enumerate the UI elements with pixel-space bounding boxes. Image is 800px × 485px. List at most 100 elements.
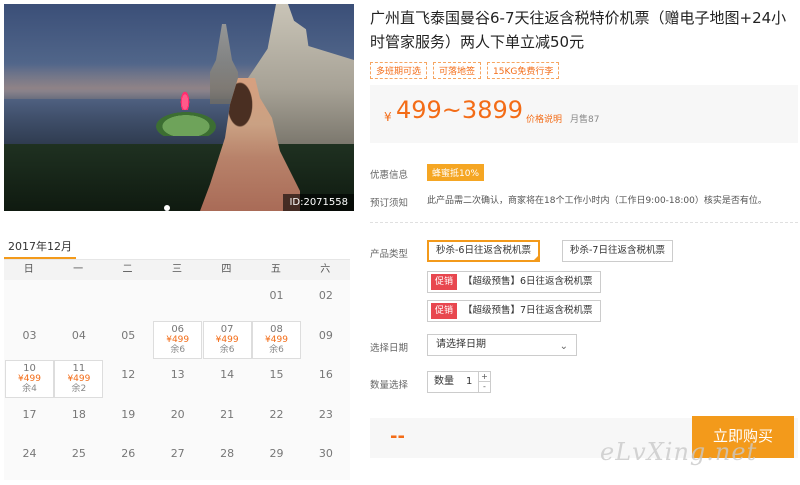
calendar-day: 26 (104, 439, 153, 477)
day-number: 28 (220, 447, 235, 460)
option-presale-7day[interactable]: 促销 【超级预售】7日往返含税机票 (427, 300, 601, 322)
option-text: 【超级预售】7日往返含税机票 (463, 305, 593, 316)
day-price: ¥499 (18, 374, 41, 384)
date-select-value: 请选择日期 (436, 339, 486, 350)
quantity-prefix: 数量 (434, 376, 454, 387)
calendar-day: 18 (54, 400, 103, 438)
section-divider (370, 222, 798, 223)
day-number: 29 (269, 447, 284, 460)
calendar-day: 16 (301, 360, 350, 398)
day-number: 10 (23, 363, 36, 374)
weekday-fri: 五 (270, 264, 281, 275)
kratong-offering (156, 112, 216, 136)
product-title: 广州直飞泰国曼谷6-7天往返含税特价机票（赠电子地图+24小时管家服务）两人下单… (370, 9, 787, 51)
day-number: 26 (121, 447, 136, 460)
day-number: 03 (22, 328, 37, 342)
calendar-day: 21 (203, 400, 252, 438)
notice-text: 此产品需二次确认，商家将在18个工作小时内（工作日9:00-18:00）核实是否… (427, 196, 767, 206)
calendar-day: 13 (153, 360, 202, 398)
calendar-day: 29 (252, 439, 301, 477)
monthly-sales: 月售87 (570, 115, 600, 125)
day-price: ¥499 (67, 374, 91, 384)
day-number: 06 (171, 323, 185, 335)
total-price: -- (390, 426, 405, 447)
carousel-dots[interactable] (164, 196, 170, 211)
option-presale-6day[interactable]: 促销 【超级预售】6日往返含税机票 (427, 271, 601, 293)
price-explain-link[interactable]: 价格说明 (526, 112, 562, 125)
option-text: 秒杀-7日往返含税机票 (570, 245, 665, 256)
day-price: ¥499 (166, 334, 190, 345)
day-number: 13 (170, 368, 185, 381)
day-number: 22 (269, 407, 284, 421)
weekday-tue: 二 (122, 264, 133, 275)
feature-tag: 可落地签 (433, 62, 482, 79)
calendar-day: 17 (5, 400, 54, 438)
calendar-day: 22 (252, 400, 301, 438)
product-type-label: 产品类型 (370, 249, 409, 260)
day-number: 21 (220, 407, 235, 421)
calendar-day: 12 (104, 360, 153, 398)
increment-button[interactable]: + (478, 372, 490, 382)
decrement-button[interactable]: - (478, 382, 490, 392)
carousel-dot[interactable] (164, 205, 170, 211)
calendar-day[interactable]: 07 ¥499 余6 (202, 320, 252, 359)
calendar-day: 27 (153, 439, 202, 477)
calendar-day: 24 (5, 439, 54, 477)
day-number: 25 (71, 447, 86, 460)
feature-tags: 多班期可选 可落地签 15KG免费行李 (370, 62, 560, 79)
day-number: 09 (318, 328, 333, 342)
date-select[interactable]: 请选择日期 ⌄ (427, 334, 577, 356)
day-number: 02 (318, 289, 333, 302)
day-number: 30 (318, 447, 333, 460)
quantity-stepper[interactable]: 数量 1 + - (427, 371, 491, 393)
calendar-day: 19 (104, 400, 153, 438)
option-flash-6day[interactable]: 秒杀-6日往返含税机票 (427, 240, 540, 262)
calendar-month-tab[interactable]: 2017年12月 (8, 238, 72, 254)
calendar-weekday-header: 日 一 二 三 四 五 六 (4, 260, 350, 280)
quantity-value[interactable]: 1 (466, 372, 472, 392)
day-number: 27 (170, 447, 185, 460)
price-panel: ¥ 499~3899 价格说明 月售87 (370, 85, 798, 143)
calendar-day[interactable]: 11 ¥499 余2 (54, 360, 104, 398)
day-number: 15 (269, 368, 284, 381)
sale-badge: 促销 (431, 303, 458, 319)
day-number: 05 (121, 328, 136, 342)
calendar-day[interactable]: 08 ¥499 余6 (252, 320, 301, 359)
day-number: 08 (270, 323, 283, 335)
day-number: 16 (318, 368, 333, 381)
option-flash-7day[interactable]: 秒杀-7日往返含税机票 (562, 240, 673, 262)
day-number: 11 (72, 363, 86, 374)
promo-label: 优惠信息 (370, 170, 409, 181)
day-number: 18 (71, 407, 86, 421)
product-photo: ID:2071558 (4, 4, 354, 211)
calendar-day[interactable]: 10 ¥499 余4 (5, 360, 54, 398)
calendar-day: 20 (153, 400, 202, 438)
calendar-day: 30 (301, 439, 350, 477)
weekday-sat: 六 (320, 264, 331, 275)
weekday-wed: 三 (171, 264, 182, 275)
day-number: 01 (269, 289, 284, 302)
option-text: 【超级预售】6日往返含税机票 (463, 276, 593, 287)
calendar-day: 14 (203, 360, 252, 398)
watermark: eLvXing.net (600, 438, 758, 466)
calendar-day: 25 (54, 439, 103, 477)
option-text: 秒杀-6日往返含税机票 (436, 245, 531, 256)
calendar-day: 15 (252, 360, 301, 398)
calendar-day: 02 (301, 281, 350, 319)
feature-tag: 15KG免费行李 (487, 62, 560, 79)
day-stock: 余2 (71, 384, 87, 394)
calendar-day: 28 (203, 439, 252, 477)
day-price: ¥499 (215, 334, 239, 345)
calendar-day[interactable]: 06 ¥499 余6 (153, 320, 203, 359)
day-stock: 余6 (269, 344, 284, 355)
image-id-badge: ID:2071558 (283, 194, 354, 211)
sale-badge: 促销 (431, 274, 458, 290)
day-number: 20 (170, 407, 185, 421)
calendar-grid: 01 02 03 04 05 06 ¥499 余6 07 ¥499 余6 08 ¥499 余6 09 10 ¥4… (4, 280, 350, 480)
price-range: 499~3899 (396, 96, 523, 124)
date-label: 选择日期 (370, 343, 409, 354)
calendar-day: 04 (54, 321, 103, 359)
day-number: 14 (220, 368, 235, 381)
calendar-day: 05 (104, 321, 153, 359)
day-number: 17 (22, 407, 37, 421)
